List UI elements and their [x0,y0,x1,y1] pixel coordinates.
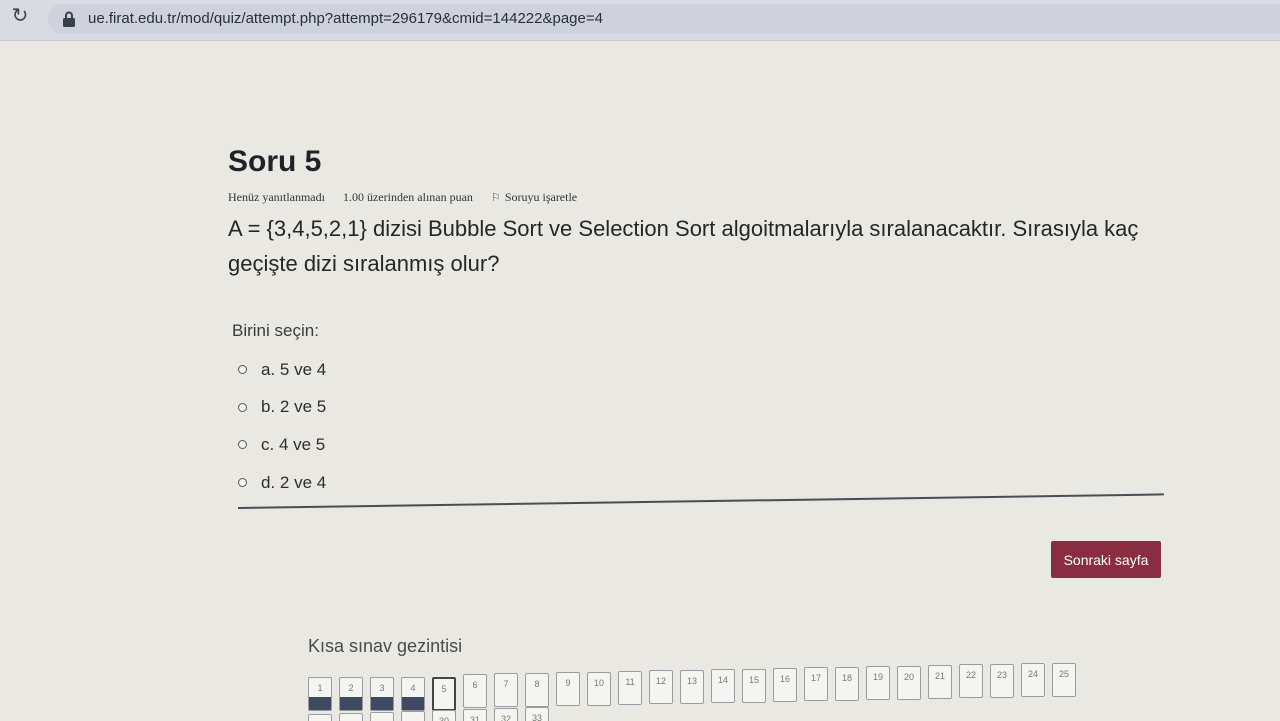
quiz-nav-button[interactable] [308,714,332,721]
radio-button[interactable] [238,402,247,412]
url-text: ue.firat.edu.tr/mod/quiz/attempt.php?att… [88,10,603,27]
flag-label: Soruyu işaretle [504,190,578,204]
quiz-nav-button[interactable]: 32 [494,708,518,721]
quiz-nav-button[interactable]: 21 [928,665,952,699]
quiz-nav-button[interactable]: 33 [525,707,549,721]
answer-label: c. 4 ve 5 [261,434,326,454]
answer-option-c[interactable]: c. 4 ve 5 [238,426,1168,464]
question-info: Henüz yanıtlanmadı 1.00 üzerinden alınan… [228,190,1168,205]
browser-toolbar: ↻ ue.firat.edu.tr/mod/quiz/attempt.php?a… [0,0,1280,41]
answer-option-a[interactable]: a. 5 ve 4 [238,351,1168,389]
radio-button[interactable] [238,365,247,375]
quiz-nav-button[interactable]: 3 [370,677,394,711]
quiz-nav-button[interactable]: 13 [680,669,704,704]
quiz-nav-button[interactable]: 30 [432,710,456,721]
quiz-nav-button[interactable]: 17 [804,667,828,702]
quiz-navigation: 1 2 3 4 5 6 7 8 9 10 11 12 13 14 15 16 17 18 19 20 21 22 23 24 2… [308,652,1088,721]
reload-icon[interactable]: ↻ [8,4,32,28]
quiz-nav-button[interactable]: 18 [835,666,859,701]
quiz-nav-button[interactable] [370,712,394,721]
quiz-nav-button[interactable] [401,711,425,721]
radio-button[interactable] [238,440,247,450]
flag-question-link[interactable]: ⚐ Soruyu işaretle [491,190,577,205]
quiz-nav-button[interactable]: 1 [308,677,332,711]
flag-icon: ⚐ [490,192,501,204]
answer-label: d. 2 ve 4 [261,472,327,492]
quiz-nav-button[interactable]: 22 [959,664,983,699]
quiz-nav-button[interactable]: 5 [432,677,456,711]
answer-options: a. 5 ve 4 b. 2 ve 5 c. 4 ve 5 d. 2 ve 4 [238,351,1168,501]
question-text: A = {3,4,5,2,1} dizisi Bubble Sort ve Se… [228,216,1139,276]
quiz-nav-button[interactable]: 23 [990,663,1014,698]
quiz-nav-button[interactable]: 8 [525,672,549,707]
quiz-nav-button[interactable] [339,713,363,721]
quiz-nav-button[interactable]: 31 [463,709,487,721]
question-block: Soru 5 Henüz yanıtlanmadı 1.00 üzerinden… [228,140,1168,501]
quiz-nav-button[interactable]: 2 [339,677,363,711]
quiz-nav-button[interactable]: 9 [556,672,580,707]
lock-icon [63,11,75,27]
quiz-nav-button[interactable]: 14 [711,669,735,704]
quiz-nav-button[interactable]: 12 [649,670,673,705]
question-points: 1.00 üzerinden alınan puan [342,190,473,204]
quiz-nav-button[interactable]: 6 [463,674,487,708]
question-title: Soru 5 [228,145,322,178]
quiz-nav-button[interactable]: 19 [866,666,890,701]
answer-status: Henüz yanıtlanmadı [228,190,325,204]
answer-label: b. 2 ve 5 [261,397,327,417]
answer-prompt: Birini seçin: [232,321,319,340]
radio-button[interactable] [238,478,247,488]
next-page-button[interactable]: Sonraki sayfa [1051,541,1161,578]
quiz-nav-button[interactable]: 7 [494,673,518,708]
quiz-nav-button[interactable]: 10 [587,671,611,706]
quiz-nav-button[interactable]: 20 [897,665,921,700]
quiz-nav-button[interactable]: 16 [773,668,797,702]
quiz-nav-button[interactable]: 24 [1021,663,1045,698]
answer-option-b[interactable]: b. 2 ve 5 [238,389,1168,427]
quiz-nav-button[interactable]: 11 [618,671,642,705]
address-bar[interactable]: ue.firat.edu.tr/mod/quiz/attempt.php?att… [48,4,1280,34]
quiz-nav-button[interactable]: 25 [1052,662,1076,697]
answer-label: a. 5 ve 4 [261,359,327,379]
quiz-nav-button[interactable]: 15 [742,668,766,703]
quiz-nav-button[interactable]: 4 [401,677,425,711]
